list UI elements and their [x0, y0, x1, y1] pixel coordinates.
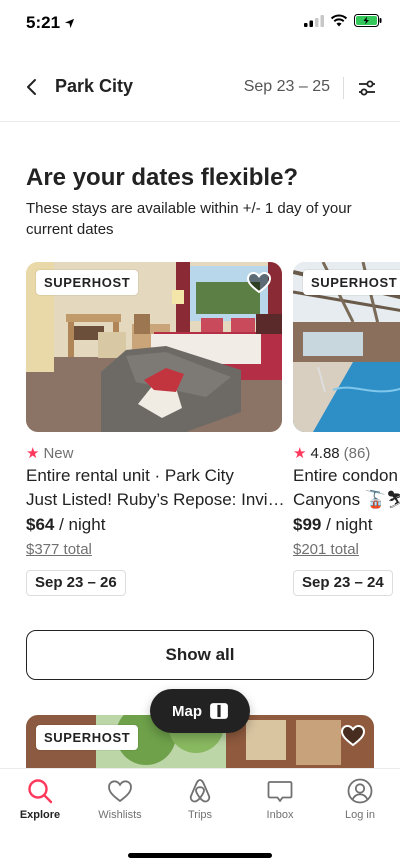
price-value: $64: [26, 515, 55, 534]
listing-rating: ★ New: [26, 444, 74, 463]
superhost-badge: SUPERHOST: [36, 270, 139, 295]
heart-icon: [108, 780, 132, 803]
back-button[interactable]: [20, 75, 44, 99]
listing-type: Entire rental unit · Park City: [26, 466, 234, 485]
flexible-dates-subtitle: These stays are available within +/- 1 d…: [26, 200, 352, 238]
listing-card[interactable]: SUPERHOST ★ 4.88 (86) Entire condon Cany…: [293, 262, 400, 602]
tab-wishlists[interactable]: Wishlists: [80, 777, 160, 821]
location-arrow-icon: [64, 18, 75, 28]
signal-icon: [304, 14, 324, 27]
chevron-left-icon: [27, 79, 36, 95]
rating-score: 4.88: [310, 444, 340, 462]
star-icon: ★: [293, 445, 307, 462]
status-icons: [304, 14, 382, 27]
listing-title: Just Listed! Ruby’s Repose: Invi…: [26, 490, 285, 509]
listing-type: Entire condon: [293, 466, 398, 485]
star-icon: ★: [26, 445, 40, 462]
listing-price: $64 / night: [26, 515, 105, 535]
listing-dates-chip: Sep 23 – 26: [26, 570, 126, 596]
tab-log-in[interactable]: Log in: [320, 777, 400, 821]
tab-inbox[interactable]: Inbox: [240, 777, 320, 821]
status-time-text: 5:21: [26, 13, 61, 32]
map-label: Map: [172, 702, 202, 720]
listing-photo[interactable]: SUPERHOST: [26, 262, 282, 432]
map-button[interactable]: Map: [150, 689, 250, 733]
superhost-badge: SUPERHOST: [303, 270, 400, 295]
superhost-badge: SUPERHOST: [36, 725, 139, 750]
filters-icon: [359, 80, 375, 96]
date-range[interactable]: Sep 23 – 25: [244, 78, 330, 96]
rating-count: (86): [343, 444, 371, 462]
map-icon: [210, 703, 228, 719]
listing-title: Canyons 🚡⛷: [293, 490, 400, 509]
wishlist-heart-icon[interactable]: [246, 270, 272, 296]
flexible-dates-title: Are your dates flexible?: [26, 164, 299, 191]
tab-label: Inbox: [266, 809, 294, 821]
profile-icon: [347, 778, 373, 804]
show-all-button[interactable]: Show all: [26, 630, 374, 680]
header-divider: [343, 77, 344, 99]
tab-label: Wishlists: [98, 809, 142, 821]
filters-button[interactable]: [354, 75, 380, 101]
message-icon: [267, 781, 293, 802]
price-value: $99: [293, 515, 322, 534]
status-time: 5:21: [26, 13, 75, 33]
listing-rating: ★ 4.88 (86): [293, 444, 371, 463]
status-bar: 5:21: [0, 0, 400, 48]
home-indicator[interactable]: [128, 853, 272, 858]
tab-label: Trips: [187, 809, 213, 821]
tab-trips[interactable]: Trips: [160, 777, 240, 821]
wifi-icon: [330, 14, 348, 27]
price-unit: / night: [59, 515, 106, 534]
tab-label: Explore: [19, 809, 61, 821]
listing-total[interactable]: $201 total: [293, 541, 359, 558]
tab-explore[interactable]: Explore: [0, 777, 80, 821]
airbnb-logo-icon: [189, 779, 211, 803]
rating-text: New: [43, 444, 74, 462]
listing-total[interactable]: $377 total: [26, 541, 92, 558]
location-title[interactable]: Park City: [55, 76, 133, 97]
wishlist-heart-icon[interactable]: [340, 723, 366, 749]
bottom-tab-bar: Explore Wishlists Trips Inbox Log in: [0, 768, 400, 866]
battery-icon: [354, 14, 382, 27]
listing-price: $99 / night: [293, 515, 372, 535]
listing-card[interactable]: SUPERHOST ★ New Entire rental unit · Par…: [26, 262, 285, 602]
price-unit: / night: [326, 515, 373, 534]
search-header: Park City Sep 23 – 25: [0, 58, 400, 122]
listing-dates-chip: Sep 23 – 24: [293, 570, 393, 596]
tab-label: Log in: [345, 809, 375, 821]
search-icon: [28, 779, 53, 804]
listing-photo[interactable]: SUPERHOST: [293, 262, 400, 432]
